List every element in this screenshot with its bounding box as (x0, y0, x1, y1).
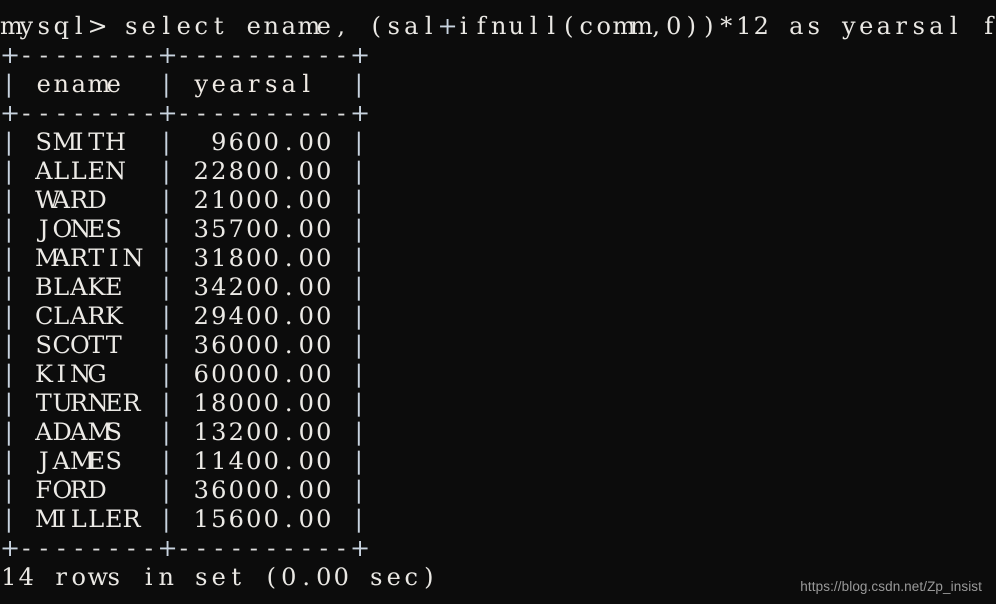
table-row: | SMI TH | 9600. 00 | (4, 128, 363, 156)
table-row: | MART I N | 31800. 00 | (4, 244, 363, 272)
command-line[interactable]: my s q l > select e n ame, (s a l +i f nu l l(c omm, 0)… (0, 12, 996, 41)
table-header-row: | e n ame | yearsal | (4, 70, 363, 98)
table-row: | ALLEN | 22800. 00 | (4, 157, 363, 185)
table-row: | ADAMS | 13200. 00 | (4, 418, 363, 446)
watermark-url: https://blog.csdn.net/Zp_insist (800, 579, 982, 594)
table-row: | K I NG | 60000. 00 | (4, 360, 363, 388)
table-row: | FORD | 36000. 00 | (4, 476, 363, 504)
table-row: | BLAKE | 34200. 00 | (4, 273, 363, 301)
table-row: | J ONES | 35700. 00 | (4, 215, 363, 243)
table-row: | WARD | 21000. 00 | (4, 186, 363, 214)
table-row: | MI LLER | 15600. 00 | (4, 505, 363, 533)
table-top-border: +- - - - - - - - +- - - - - - - - - - + (0, 41, 371, 69)
table-row: | J AMES | 11400. 00 | (4, 447, 363, 475)
table-bottom-border: +- - - - - - - - +- - - - - - - - - - + (0, 534, 371, 562)
table-header-border: +- - - - - - - - +- - - - - - - - - - + (0, 99, 371, 127)
status-line: 14 r ows in set (0. 00 s e c) (1, 563, 434, 591)
table-row: | SCOTT | 36000. 00 | (4, 331, 363, 359)
table-row: | TURNER | 18000. 00 | (4, 389, 363, 417)
terminal-window[interactable]: my s q l > select e n ame, (s a l +i f nu l l(c omm, 0)… (0, 0, 996, 604)
table-row: | CLARK | 29400. 00 | (4, 302, 363, 330)
